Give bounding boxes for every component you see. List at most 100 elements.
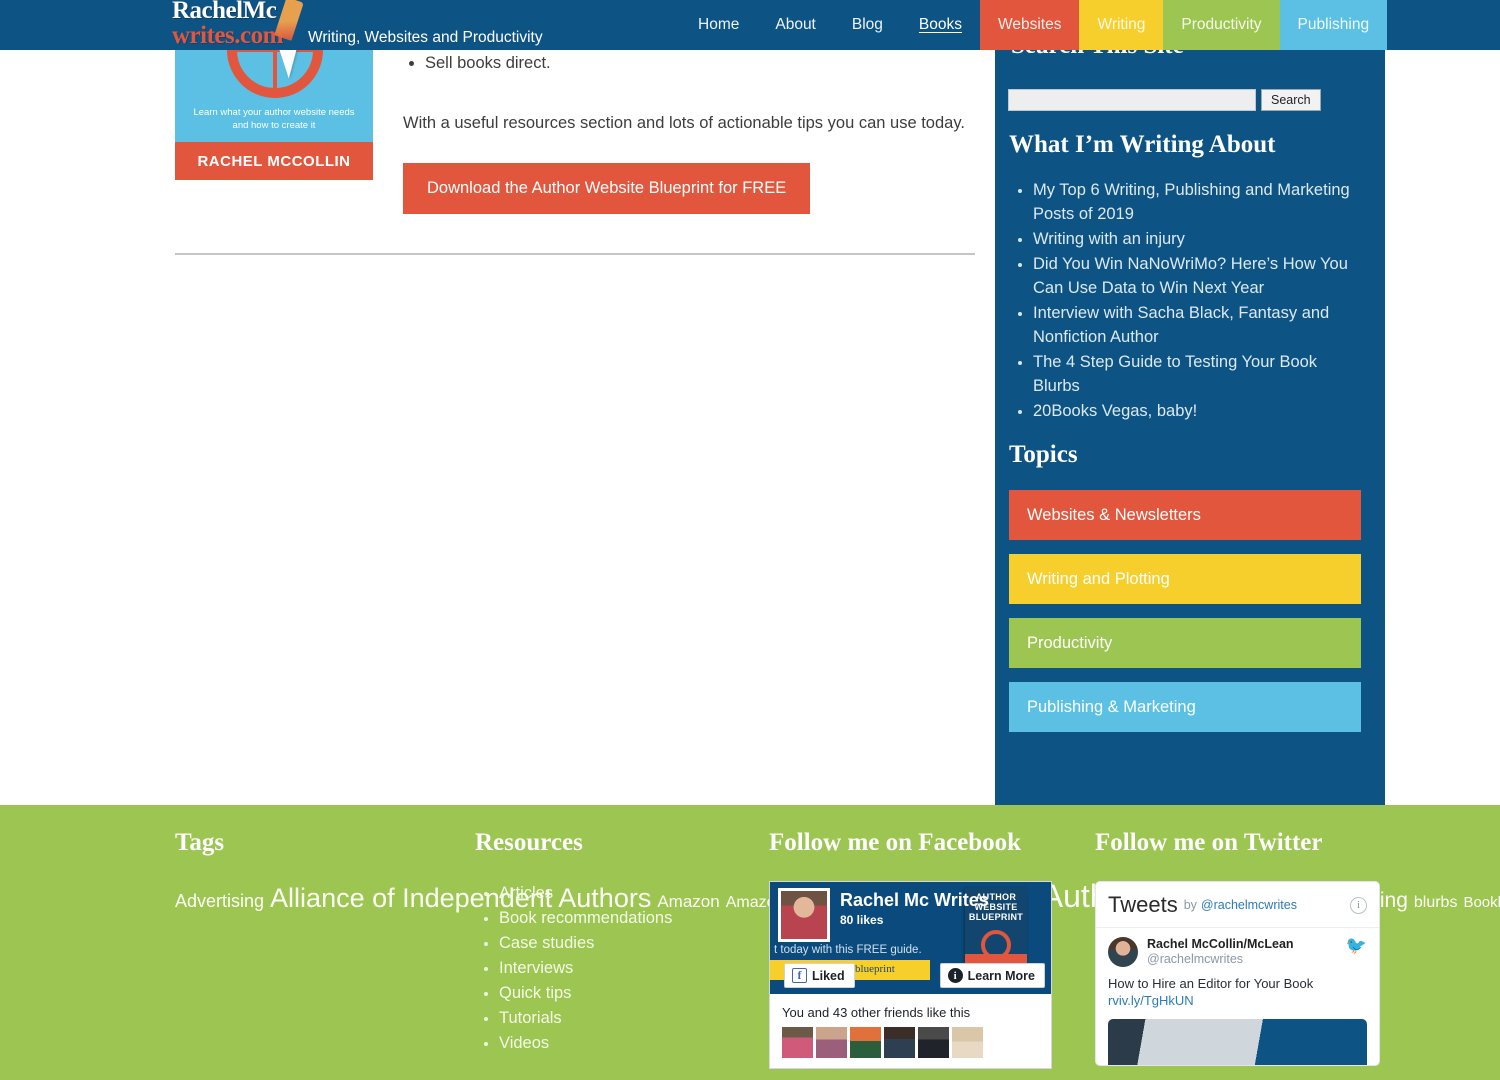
list-item: Case studies (499, 931, 760, 955)
list-item: The 4 Step Guide to Testing Your Book Bl… (1033, 350, 1367, 398)
book-cover-bottom: RACHEL MCCOLLIN (175, 142, 373, 180)
twitter-widget-handle[interactable]: @rachelmcwrites (1201, 898, 1297, 912)
avatar (816, 1027, 847, 1058)
topic-writing-plotting[interactable]: Writing and Plotting (1009, 554, 1361, 604)
recent-post-link[interactable]: Did You Win NaNoWriMo? Here’s How You Ca… (1033, 255, 1348, 297)
nav-item-home[interactable]: Home (680, 0, 757, 50)
site-header: RachelMc writes.com Writing, Websites an… (0, 0, 1500, 50)
facebook-like-count: 80 likes (840, 913, 884, 927)
list-item: Interviews (499, 956, 760, 980)
facebook-heading: Follow me on Facebook (769, 829, 1022, 856)
topic-publishing-marketing[interactable]: Publishing & Marketing (1009, 682, 1361, 732)
recent-post-link[interactable]: Writing with an injury (1033, 230, 1185, 248)
facebook-page-name: Rachel Mc Writes (840, 890, 989, 910)
download-blueprint-button[interactable]: Download the Author Website Blueprint fo… (403, 163, 811, 214)
facebook-friend-avatars (782, 1027, 1039, 1058)
avatar (850, 1027, 881, 1058)
list-item: 20Books Vegas, baby! (1033, 399, 1367, 423)
facebook-cover: t today with this FREE guide. /blueprint… (770, 882, 1051, 994)
resource-link-book-recs[interactable]: Book recommendations (499, 909, 672, 927)
nav-item-productivity[interactable]: Productivity (1163, 0, 1280, 50)
nav-item-websites[interactable]: Websites (980, 0, 1080, 50)
sidebar: Search This Site Search What I’m Writing… (995, 0, 1385, 815)
twitter-username: @rachelmcwrites (1147, 952, 1244, 966)
recent-posts-list: My Top 6 Writing, Publishing and Marketi… (1011, 178, 1367, 424)
tag-link[interactable]: Advertising (175, 891, 264, 911)
resources-list: Articles Book recommendations Case studi… (475, 881, 760, 1055)
twitter-widget-header: Tweets by @rachelmcwrites i (1096, 882, 1379, 928)
resource-link-case-studies[interactable]: Case studies (499, 934, 594, 952)
nav-item-blog[interactable]: Blog (834, 0, 901, 50)
globe-icon (981, 930, 1011, 960)
list-item: Articles (499, 881, 760, 905)
recent-post-link[interactable]: Interview with Sacha Black, Fantasy and … (1033, 304, 1329, 346)
list-item: Videos (499, 1031, 760, 1055)
facebook-page-widget[interactable]: t today with this FREE guide. /blueprint… (769, 881, 1052, 1069)
resource-link-tutorials[interactable]: Tutorials (499, 1009, 562, 1027)
footer-column-twitter: Follow me on Twitter Tweets by @rachelmc… (1095, 829, 1385, 1066)
site-footer: Tags Advertising Alliance of Independent … (0, 805, 1500, 1080)
resource-link-interviews[interactable]: Interviews (499, 959, 573, 977)
facebook-cover-text: t today with this FREE guide. (774, 944, 922, 956)
info-icon: i (947, 968, 963, 983)
twitter-tweet-header: Rachel McCollin/McLean @rachelmcwrites 🐦 (1108, 937, 1367, 967)
avatar (1108, 937, 1138, 967)
facebook-social-text: You and 43 other friends like this (782, 1005, 971, 1020)
topics-heading: Topics (1009, 441, 1078, 468)
facebook-band-text: /blueprint (852, 963, 895, 975)
list-item: Book recommendations (499, 906, 760, 930)
list-item: Did You Win NaNoWriMo? Here’s How You Ca… (1033, 252, 1367, 300)
list-item: Quick tips (499, 981, 760, 1005)
twitter-heading: Follow me on Twitter (1095, 829, 1323, 856)
topic-productivity[interactable]: Productivity (1009, 618, 1361, 668)
nav-item-writing[interactable]: Writing (1079, 0, 1164, 50)
twitter-tweet-text: How to Hire an Editor for Your Book (1108, 976, 1314, 991)
list-item: My Top 6 Writing, Publishing and Marketi… (1033, 178, 1367, 226)
resource-link-videos[interactable]: Videos (499, 1034, 549, 1052)
twitter-widget-title: Tweets (1108, 892, 1178, 917)
tag-link[interactable]: Bookbub (1463, 894, 1500, 911)
footer-column-facebook: Follow me on Facebook t today with this … (769, 829, 1059, 1069)
globe-icon (227, 50, 323, 98)
twitter-timeline-widget[interactable]: Tweets by @rachelmcwrites i Rachel McCol… (1095, 881, 1380, 1066)
footer-column-tags: Tags Advertising Alliance of Independent … (175, 829, 1500, 918)
writing-about-heading: What I’m Writing About (1009, 131, 1276, 158)
twitter-display-name: Rachel McCollin/McLean (1147, 937, 1294, 951)
site-logo[interactable]: RachelMc writes.com (172, 0, 304, 50)
resource-link-articles[interactable]: Articles (499, 884, 553, 902)
search-button[interactable]: Search (1261, 89, 1321, 111)
twitter-bird-icon: 🐦 (1345, 936, 1367, 955)
avatar (918, 1027, 949, 1058)
avatar (782, 1027, 813, 1058)
recent-post-link[interactable]: The 4 Step Guide to Testing Your Book Bl… (1033, 353, 1317, 395)
tag-link[interactable]: blurbs (1414, 894, 1458, 911)
topic-websites-newsletters[interactable]: Websites & Newsletters (1009, 490, 1361, 540)
avatar (778, 888, 830, 942)
book-cover-subtitle: Learn what your author website needs and… (193, 107, 355, 131)
post-bullet-list: Sell books direct. (403, 50, 975, 76)
resource-link-quick-tips[interactable]: Quick tips (499, 984, 571, 1002)
facebook-social-proof: You and 43 other friends like this (770, 994, 1051, 1068)
facebook-liked-label: Liked (812, 968, 845, 983)
list-item: Interview with Sacha Black, Fantasy and … (1033, 301, 1367, 349)
book-cover-thumbnail[interactable]: Learn what your author website needs and… (175, 50, 373, 180)
post-paragraph: With a useful resources section and lots… (403, 114, 965, 132)
nav-item-publishing[interactable]: Publishing (1279, 0, 1388, 50)
recent-post-link[interactable]: 20Books Vegas, baby! (1033, 402, 1197, 420)
twitter-widget-by: by (1183, 898, 1197, 912)
post-body: Sell books direct. With a useful resourc… (403, 50, 975, 214)
tag-cloud: Advertising Alliance of Independent Autho… (175, 880, 1500, 918)
twitter-tweet-link[interactable]: rviv.ly/TgHkUN (1108, 993, 1367, 1008)
nav-item-books[interactable]: Books (901, 0, 980, 50)
facebook-liked-button[interactable]: f Liked (784, 963, 855, 988)
search-input[interactable] (1008, 89, 1256, 111)
recent-post-link[interactable]: My Top 6 Writing, Publishing and Marketi… (1033, 181, 1350, 223)
primary-navigation: Home About Blog Books Websites Writing P… (680, 0, 1388, 50)
avatar (884, 1027, 915, 1058)
info-icon[interactable]: i (1350, 896, 1367, 914)
footer-column-resources: Resources Articles Book recommendations … (475, 829, 760, 1080)
nav-item-about[interactable]: About (757, 0, 834, 50)
site-tagline: Writing, Websites and Productivity (308, 29, 543, 46)
facebook-learn-more-button[interactable]: i Learn More (939, 963, 1045, 988)
tags-heading: Tags (175, 829, 225, 856)
